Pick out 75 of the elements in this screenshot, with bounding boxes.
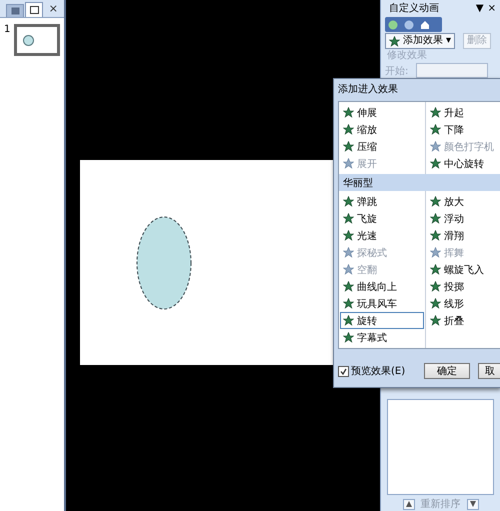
effect-item[interactable]: 螺旋飞入 [427, 261, 499, 278]
up-arrow-icon [406, 501, 412, 507]
star-effect-icon [430, 247, 441, 258]
star-effect-icon [430, 107, 441, 118]
star-effect-icon [343, 264, 354, 275]
effect-item[interactable]: 飞旋 [340, 210, 424, 227]
pane-menu-glyph[interactable]: ▼ [476, 2, 484, 14]
star-effect-icon [343, 158, 354, 169]
modify-label: 修改效果 [386, 50, 428, 62]
star-effect-icon [389, 36, 400, 47]
add-effect-button[interactable]: 添加效果 ▾ [385, 33, 456, 50]
effect-item[interactable]: 伸展 [340, 104, 424, 121]
dialog-title: 添加进入效果 [338, 82, 398, 96]
star-effect-icon [430, 124, 441, 135]
effect-item[interactable]: 折叠 [427, 312, 499, 329]
effect-item[interactable]: 弹跳 [340, 193, 424, 210]
oval-icon [23, 34, 34, 46]
star-effect-icon [430, 230, 441, 241]
star-effect-icon [343, 213, 354, 224]
effect-item[interactable]: 字幕式 [340, 329, 424, 346]
reorder-label: 重新排序 [420, 498, 460, 511]
effect-item[interactable]: 压缩 [340, 138, 424, 155]
star-effect-icon [343, 124, 354, 135]
effect-item[interactable]: 旋转 [340, 312, 424, 329]
effect-item[interactable]: 下降 [427, 121, 499, 138]
pane-title: 自定义动画 [389, 2, 439, 16]
star-effect-icon [343, 298, 354, 309]
star-effect-icon [343, 281, 354, 292]
star-effect-icon [343, 315, 354, 326]
move-up-button[interactable] [402, 498, 414, 510]
effect-item[interactable]: 光速 [340, 227, 424, 244]
effect-item[interactable]: 线形 [427, 295, 499, 312]
star-effect-icon [343, 141, 354, 152]
star-effect-icon [343, 230, 354, 241]
star-effect-icon [343, 247, 354, 258]
close-glyph[interactable]: × [488, 2, 496, 14]
effect-item[interactable]: 升起 [427, 104, 499, 121]
dialog-button[interactable]: 确定 [424, 363, 470, 379]
star-effect-icon [430, 281, 441, 292]
oval-shape[interactable] [135, 214, 193, 310]
effect-item[interactable]: 曲线向上 [340, 278, 424, 295]
effect-item[interactable]: 缩放 [340, 121, 424, 138]
star-effect-icon [430, 158, 441, 169]
start-label: 开始: [385, 64, 408, 78]
down-arrow-icon [470, 501, 476, 507]
star-effect-icon [343, 196, 354, 207]
effect-item[interactable]: 玩具风车 [340, 295, 424, 312]
outline-icon [10, 7, 20, 15]
back-icon[interactable] [388, 20, 398, 30]
effect-item[interactable]: 投掷 [427, 278, 499, 295]
slide-thumbnail[interactable] [14, 24, 60, 56]
star-effect-icon [430, 196, 441, 207]
dialog-button[interactable]: 取 [478, 363, 500, 379]
home-icon[interactable] [420, 20, 430, 30]
star-effect-icon [343, 332, 354, 343]
star-effect-icon [430, 298, 441, 309]
star-effect-icon [430, 213, 441, 224]
preview-checkbox[interactable]: 预览效果(E) [338, 364, 406, 378]
close-glyph[interactable]: × [48, 2, 58, 15]
group-header: 华丽型 [339, 174, 500, 191]
star-effect-icon [430, 141, 441, 152]
star-effect-icon [430, 264, 441, 275]
effect-item[interactable]: 放大 [427, 193, 499, 210]
effect-item[interactable]: 浮动 [427, 210, 499, 227]
start-dropdown[interactable] [416, 63, 488, 78]
effect-item[interactable]: 中心旋转 [427, 155, 499, 172]
pane-tab[interactable] [25, 2, 43, 17]
star-effect-icon [343, 107, 354, 118]
slide-icon [30, 6, 38, 14]
move-down-button[interactable] [466, 498, 478, 510]
effect-item[interactable]: 滑翔 [427, 227, 499, 244]
slide-number: 1 [4, 24, 10, 37]
forward-icon[interactable] [404, 20, 414, 30]
check-icon [340, 368, 347, 374]
star-effect-icon [430, 315, 441, 326]
